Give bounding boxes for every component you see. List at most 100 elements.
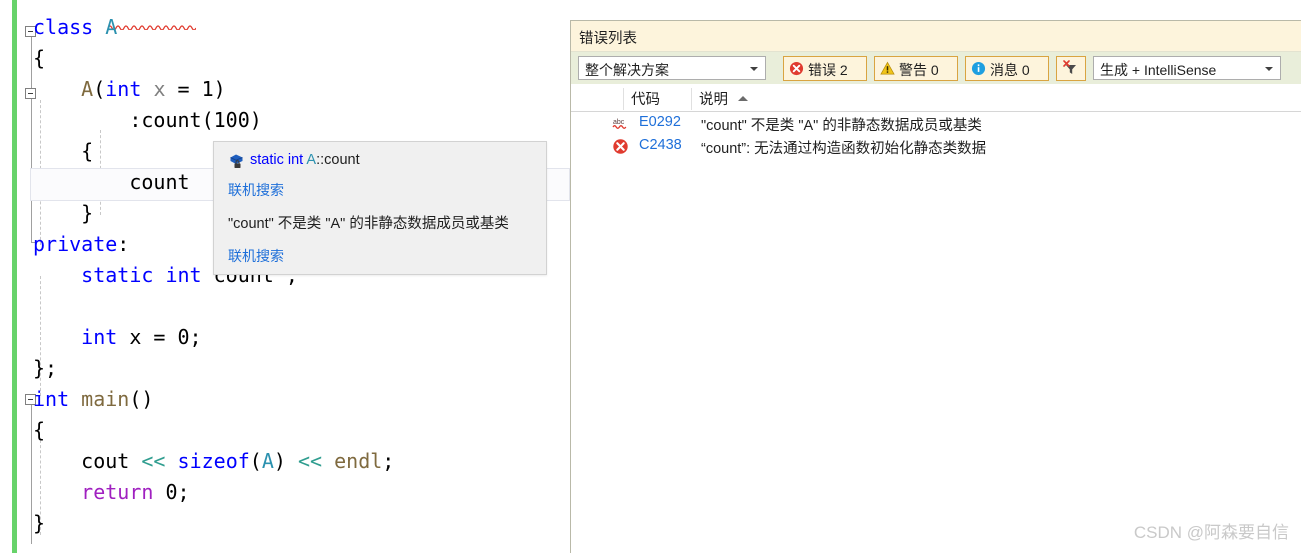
clear-filter-icon (1063, 60, 1076, 74)
code-token: static (81, 263, 154, 287)
change-tracking-bar (12, 0, 17, 553)
code-token: ( (93, 77, 106, 101)
code-token: x (129, 325, 142, 349)
code-token: A (81, 77, 94, 101)
tooltip-description: "count" 不是类 "A" 的非静态数据成员或基类 (228, 216, 509, 232)
code-token: << (297, 449, 323, 473)
code-token: class (33, 15, 94, 39)
tooltip-signature: static int A::count (250, 152, 360, 168)
scope-dropdown[interactable]: 整个解决方案 (578, 56, 766, 80)
code-line: { (33, 43, 570, 74)
code-token: = 1) (165, 77, 226, 101)
chevron-down-icon (750, 67, 758, 71)
code-line: }; (33, 353, 570, 384)
code-token: 0; (153, 480, 190, 504)
errors-filter-label: 错误 2 (808, 62, 848, 78)
code-token: { (33, 46, 46, 70)
intellisense-squiggle-icon: abc (612, 115, 629, 132)
code-token: } (81, 201, 94, 225)
code-line: return 0; (33, 477, 570, 508)
error-circle-icon (789, 61, 804, 76)
code-token: { (81, 139, 94, 163)
code-token: } (33, 511, 46, 535)
outline-brace-line-class (31, 36, 32, 242)
outline-brace-line-main (31, 404, 32, 544)
error-list-title-bar: 错误列表 (571, 21, 1301, 51)
info-circle-icon (971, 61, 986, 76)
table-row[interactable]: abc E0292 "count" 不是类 "A" 的非静态数据成员或基类 (571, 112, 1301, 135)
code-token: int (165, 263, 202, 287)
code-editor[interactable]: class A{ A(int x = 1) :count(100) { coun… (0, 0, 570, 553)
code-token: sizeof (177, 449, 250, 473)
sort-ascending-icon (738, 96, 748, 101)
tooltip-online-search-link-2[interactable]: 联机搜索 (228, 246, 284, 266)
code-line: int main() (33, 384, 570, 415)
error-description: "count" 不是类 "A" 的非静态数据成员或基类 (701, 118, 982, 134)
tooltip-sig-type: A (306, 152, 317, 168)
code-token: return (81, 480, 154, 504)
error-list-toolbar: 整个解决方案 错误 2 警告 0 消息 0 生成 + IntelliSense (571, 51, 1301, 84)
field-member-icon (230, 154, 243, 168)
quick-info-tooltip: static int A::count 联机搜索 "count" 不是类 "A"… (213, 141, 547, 275)
messages-filter-label: 消息 0 (990, 62, 1030, 78)
table-row[interactable]: C2438 “count”: 无法通过构造函数初始化静态类数据 (571, 135, 1301, 158)
error-description: “count”: 无法通过构造函数初始化静态类数据 (701, 141, 987, 157)
build-source-dropdown[interactable]: 生成 + IntelliSense (1093, 56, 1281, 80)
messages-filter-button[interactable]: 消息 0 (965, 56, 1049, 81)
svg-text:abc: abc (613, 119, 625, 126)
scope-dropdown-value: 整个解决方案 (585, 62, 669, 78)
column-header-code[interactable]: 代码 (623, 88, 691, 110)
watermark: CSDN @阿森要自信 (1133, 523, 1289, 542)
errors-filter-button[interactable]: 错误 2 (783, 56, 867, 81)
tooltip-online-search-link-1[interactable]: 联机搜索 (228, 180, 284, 200)
clear-filter-button[interactable] (1056, 56, 1086, 81)
column-header-severity[interactable] (585, 88, 623, 110)
code-token: }; (33, 356, 58, 380)
error-list-title: 错误列表 (579, 31, 637, 47)
code-token: ( (249, 449, 262, 473)
code-line: { (33, 415, 570, 446)
chevron-down-icon (1265, 67, 1273, 71)
code-token: int (81, 325, 118, 349)
code-token: A (261, 449, 274, 473)
warnings-filter-label: 警告 0 (899, 62, 939, 78)
error-code-link[interactable]: C2438 (639, 137, 682, 153)
error-code-link[interactable]: E0292 (639, 114, 681, 130)
code-token: int (33, 387, 70, 411)
code-token: () (129, 387, 154, 411)
code-token: cout (81, 449, 130, 473)
code-token: A (105, 15, 118, 39)
code-token: << (141, 449, 166, 473)
code-token: ) (273, 449, 298, 473)
code-token: endl (334, 449, 383, 473)
column-header-description[interactable]: 说明 (691, 88, 1291, 110)
tooltip-sig-modifier: static int (250, 152, 307, 168)
code-line: cout << sizeof(A) << endl; (33, 446, 570, 477)
code-line: class A (33, 12, 570, 43)
code-text[interactable]: class A{ A(int x = 1) :count(100) { coun… (33, 12, 570, 539)
build-source-value: 生成 + IntelliSense (1100, 62, 1217, 78)
error-circle-icon (612, 138, 629, 155)
error-list-panel: 错误列表 整个解决方案 错误 2 警告 0 消息 0 生成 + IntelliS… (570, 20, 1301, 553)
code-token: ; (382, 449, 395, 473)
code-line: :count(100) (33, 105, 570, 136)
warning-triangle-icon (880, 61, 895, 75)
code-token: main (81, 387, 130, 411)
code-token: :count(100) (129, 108, 262, 132)
error-list-rows[interactable]: abc E0292 "count" 不是类 "A" 的非静态数据成员或基类 C2438… (571, 112, 1301, 553)
code-token: count (129, 170, 190, 194)
code-line: } (33, 508, 570, 539)
warnings-filter-button[interactable]: 警告 0 (874, 56, 958, 81)
code-token: { (33, 418, 46, 442)
tooltip-sig-member: ::count (316, 152, 360, 168)
